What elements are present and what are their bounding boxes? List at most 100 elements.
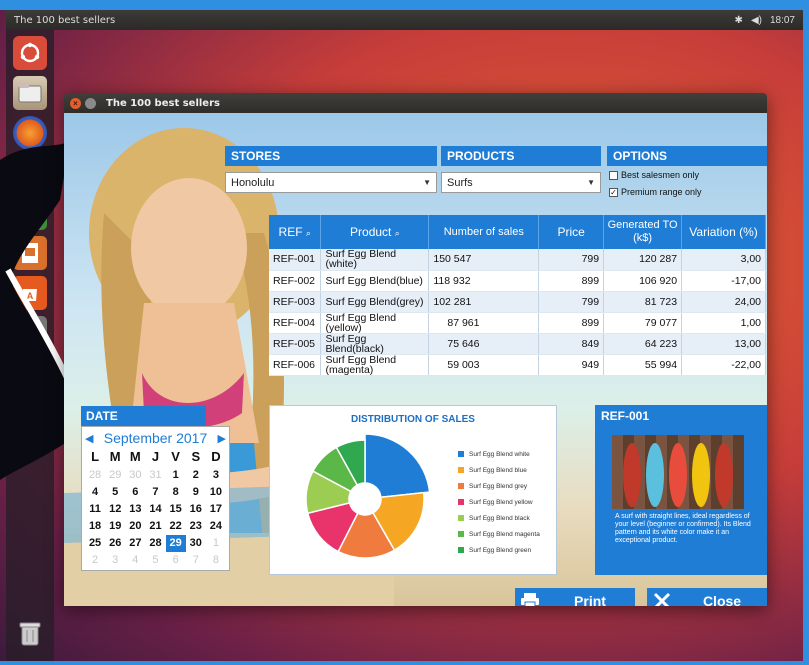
calendar-day[interactable]: 11 — [85, 501, 105, 518]
clock[interactable]: 18:07 — [770, 15, 795, 26]
column-header-ref[interactable]: REF ⌕ — [269, 215, 322, 249]
cell-sales: 75 646 — [428, 333, 540, 355]
table-row[interactable]: REF-006 Surf Egg Blend (magenta) 59 003 … — [269, 354, 766, 376]
file-manager-icon[interactable] — [13, 76, 47, 110]
bluetooth-icon[interactable]: ✱ — [735, 15, 743, 26]
window-minimize-icon[interactable] — [85, 97, 96, 109]
calendar-day[interactable]: 31 — [145, 467, 165, 484]
calendar-day[interactable]: 29 — [105, 467, 125, 484]
surfboard — [669, 443, 687, 507]
search-icon: ⌕ — [394, 228, 400, 238]
cell-price: 799 — [538, 249, 605, 271]
window-content: STORES Honolulu ▼ PRODUCTS Surfs ▼ OPTIO… — [64, 113, 767, 606]
cell-variation: 13,00 — [681, 333, 766, 355]
calendar-day-selected[interactable]: 29 — [165, 535, 186, 552]
column-header-sales[interactable]: Number of sales — [428, 215, 540, 249]
next-month-icon[interactable]: ▶ — [218, 432, 226, 445]
calendar-grid: L M M J V S D 28 29 30 31 1 2 3 4 5 6 7 8 9 10 11 12 13 14 15 16 17… — [85, 449, 226, 569]
close-icon — [647, 588, 677, 606]
calendar-day[interactable]: 18 — [85, 518, 105, 535]
calendar-day[interactable]: 17 — [206, 501, 226, 518]
calendar-day[interactable]: 26 — [105, 535, 125, 552]
calendar-day[interactable]: 1 — [166, 467, 186, 484]
calendar-day[interactable]: 10 — [206, 484, 226, 501]
window-close-icon[interactable]: × — [70, 97, 81, 109]
calendar-day[interactable]: 6 — [125, 484, 145, 501]
legend-label: Surf Egg Blend grey — [469, 482, 528, 490]
option-premium[interactable]: ✓ Premium range only — [609, 187, 702, 197]
table-row[interactable]: REF-002 Surf Egg Blend(blue) 118 932 899… — [269, 270, 766, 292]
column-header-price[interactable]: Price — [538, 215, 605, 249]
calendar-day[interactable]: 4 — [85, 484, 105, 501]
ref-detail-description: A surf with straight lines, ideal regard… — [615, 513, 751, 544]
calendar-day[interactable]: 5 — [145, 552, 165, 569]
calendar-day[interactable]: 4 — [125, 552, 145, 569]
calendar-day[interactable]: 24 — [206, 518, 226, 535]
calendar[interactable]: ◀ September 2017 ▶ L M M J V S D 28 29 30 31 1 2 3 4 5 6… — [81, 426, 230, 571]
calendar-day[interactable]: 2 — [85, 552, 105, 569]
calendar-day[interactable]: 30 — [186, 535, 206, 552]
legend-item: Surf Egg Blend green — [458, 542, 540, 558]
pie-slice[interactable] — [364, 433, 431, 499]
option-best-salesmen[interactable]: Best salesmen only — [609, 170, 699, 180]
calendar-day[interactable]: 7 — [186, 552, 206, 569]
calendar-day[interactable]: 3 — [206, 467, 226, 484]
previous-month-icon[interactable]: ◀ — [85, 432, 93, 445]
calendar-day[interactable]: 12 — [105, 501, 125, 518]
table-row[interactable]: REF-004 Surf Egg Blend (yellow) 87 961 8… — [269, 312, 766, 334]
table-row[interactable]: REF-005 Surf Egg Blend(black) 75 646 849… — [269, 333, 766, 355]
calendar-month-bar: ◀ September 2017 ▶ — [85, 429, 226, 447]
calendar-day[interactable]: 15 — [166, 501, 186, 518]
calendar-day[interactable]: 16 — [186, 501, 206, 518]
calendar-day[interactable]: 9 — [186, 484, 206, 501]
products-select[interactable]: Surfs ▼ — [441, 172, 601, 193]
column-header-to[interactable]: Generated TO (k$) — [603, 215, 683, 249]
calendar-day[interactable]: 25 — [85, 535, 105, 552]
calendar-day[interactable]: 3 — [105, 552, 125, 569]
calendar-day[interactable]: 14 — [145, 501, 165, 518]
column-header-variation[interactable]: Variation (%) — [681, 215, 766, 249]
calendar-day[interactable]: 30 — [125, 467, 145, 484]
active-app-title: The 100 best sellers — [14, 14, 116, 26]
cell-price: 849 — [538, 333, 605, 355]
legend-label: Surf Egg Blend magenta — [469, 530, 540, 538]
best-salesmen-checkbox[interactable] — [609, 170, 618, 180]
calendar-day[interactable]: 28 — [85, 467, 105, 484]
calendar-day[interactable]: 21 — [145, 518, 165, 535]
chart-legend: Surf Egg Blend white Surf Egg Blend blue S… — [458, 446, 540, 558]
legend-item: Surf Egg Blend blue — [458, 462, 540, 478]
cell-to: 81 723 — [603, 291, 683, 313]
calendar-day[interactable]: 1 — [206, 535, 226, 552]
calendar-day[interactable]: 20 — [125, 518, 145, 535]
products-header: PRODUCTS — [441, 146, 601, 166]
premium-checkbox[interactable]: ✓ — [609, 187, 618, 197]
legend-swatch — [458, 467, 464, 473]
volume-icon[interactable]: ◀) — [751, 15, 762, 26]
calendar-day[interactable]: 23 — [186, 518, 206, 535]
table-row[interactable]: REF-003 Surf Egg Blend(grey) 102 281 799… — [269, 291, 766, 313]
cell-price: 899 — [538, 270, 605, 292]
calendar-day[interactable]: 28 — [145, 535, 165, 552]
calendar-day[interactable]: 19 — [105, 518, 125, 535]
legend-item: Surf Egg Blend black — [458, 510, 540, 526]
chevron-down-icon: ▼ — [423, 178, 431, 187]
calendar-day[interactable]: 8 — [166, 484, 186, 501]
calendar-day[interactable]: 5 — [105, 484, 125, 501]
calendar-day[interactable]: 2 — [186, 467, 206, 484]
calendar-day[interactable]: 7 — [145, 484, 165, 501]
calendar-day[interactable]: 22 — [166, 518, 186, 535]
calendar-day[interactable]: 27 — [125, 535, 145, 552]
stores-select[interactable]: Honolulu ▼ — [225, 172, 437, 193]
search-icon: ⌕ — [305, 228, 311, 238]
calendar-day[interactable]: 6 — [166, 552, 186, 569]
ubuntu-dash-icon[interactable] — [13, 36, 47, 70]
print-button[interactable]: Print — [515, 588, 635, 606]
cell-variation: 24,00 — [681, 291, 766, 313]
trash-icon[interactable] — [13, 617, 47, 651]
close-button[interactable]: Close — [647, 588, 767, 606]
chart-panel: DISTRIBUTION OF SALES Surf Egg Blend whi… — [269, 405, 557, 575]
calendar-day[interactable]: 8 — [206, 552, 226, 569]
table-row[interactable]: REF-001 Surf Egg Blend (white) 150 547 7… — [269, 249, 766, 271]
column-header-product[interactable]: Product ⌕ — [320, 215, 430, 249]
calendar-day[interactable]: 13 — [125, 501, 145, 518]
